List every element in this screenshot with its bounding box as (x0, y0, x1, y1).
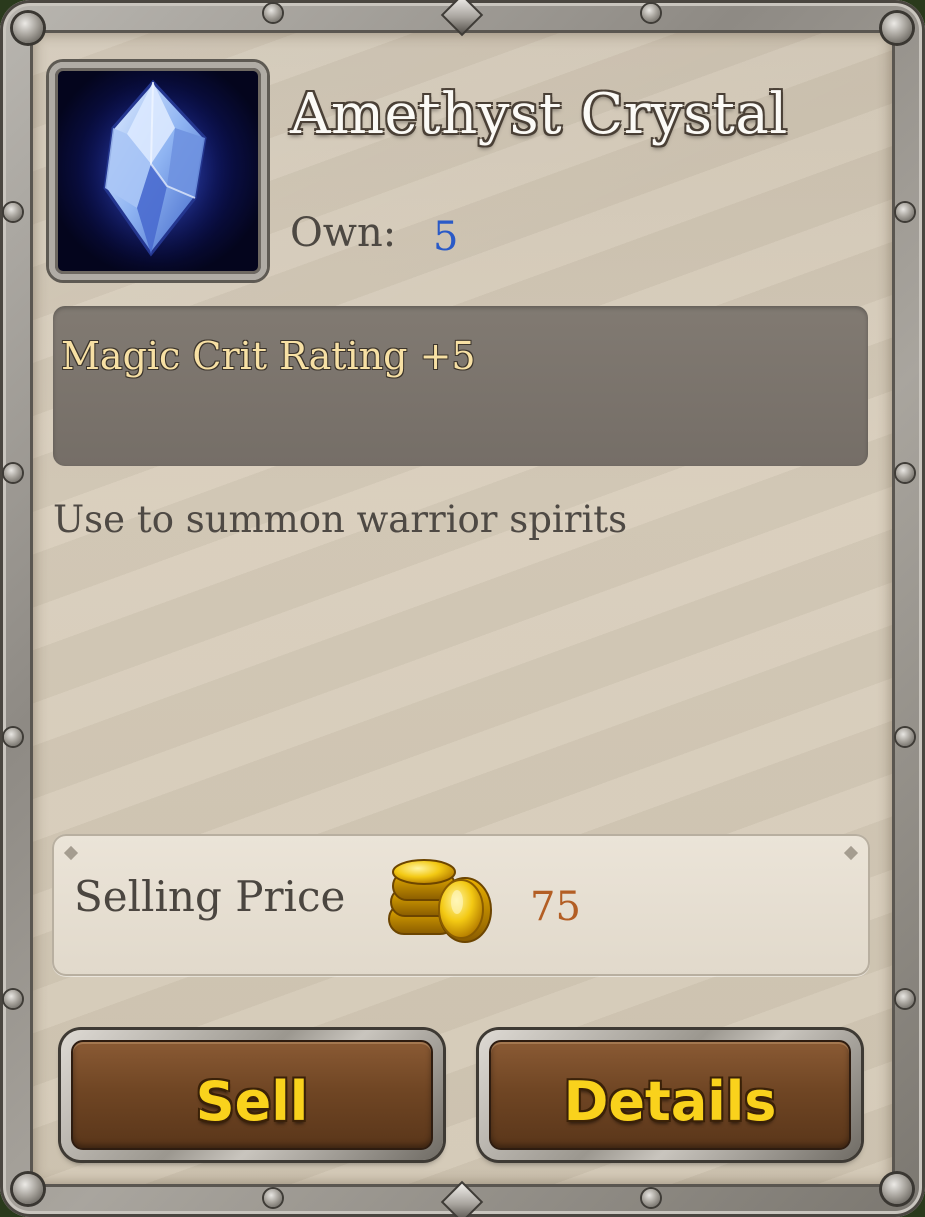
corner-bolt (13, 13, 43, 43)
frame-rivet (896, 990, 914, 1008)
gold-coins-icon (388, 859, 492, 943)
selling-price-panel: Selling Price 75 (52, 834, 870, 976)
corner-bolt (882, 1174, 912, 1204)
own-count-label: Own: (290, 210, 397, 256)
crystal-gem-icon (75, 77, 235, 267)
item-icon-slot (49, 62, 267, 280)
details-button[interactable]: Details (479, 1030, 861, 1160)
sell-button-label[interactable]: Sell (73, 1070, 431, 1133)
item-description: Use to summon warrior spirits (53, 498, 628, 541)
frame-rivet (896, 464, 914, 482)
frame-rivet (4, 464, 22, 482)
frame-diamond-ornament (443, 0, 481, 34)
frame-rivet (642, 4, 660, 22)
frame-rivet (896, 728, 914, 746)
sell-button[interactable]: Sell (61, 1030, 443, 1160)
item-name: Amethyst Crystal (290, 82, 788, 147)
item-stat-line: Magic Crit Rating +5 (61, 334, 476, 378)
frame-rivet (896, 203, 914, 221)
frame-rivet (4, 203, 22, 221)
frame-rivet (642, 1189, 660, 1207)
details-button-face[interactable]: Details (489, 1040, 851, 1150)
panel-stud-ornament (843, 845, 859, 861)
corner-bolt (882, 13, 912, 43)
panel-stud-ornament (63, 845, 79, 861)
own-count-value: 5 (433, 214, 459, 260)
selling-price-label: Selling Price (74, 872, 346, 921)
frame-rivet (4, 728, 22, 746)
corner-bolt (13, 1174, 43, 1204)
item-stats-box: Magic Crit Rating +5 (53, 306, 868, 466)
selling-price-value: 75 (530, 884, 581, 930)
sell-button-face[interactable]: Sell (71, 1040, 433, 1150)
frame-rivet (4, 990, 22, 1008)
details-button-label[interactable]: Details (491, 1070, 849, 1133)
frame-diamond-ornament (443, 1183, 481, 1217)
frame-rivet (264, 1189, 282, 1207)
frame-rivet (264, 4, 282, 22)
